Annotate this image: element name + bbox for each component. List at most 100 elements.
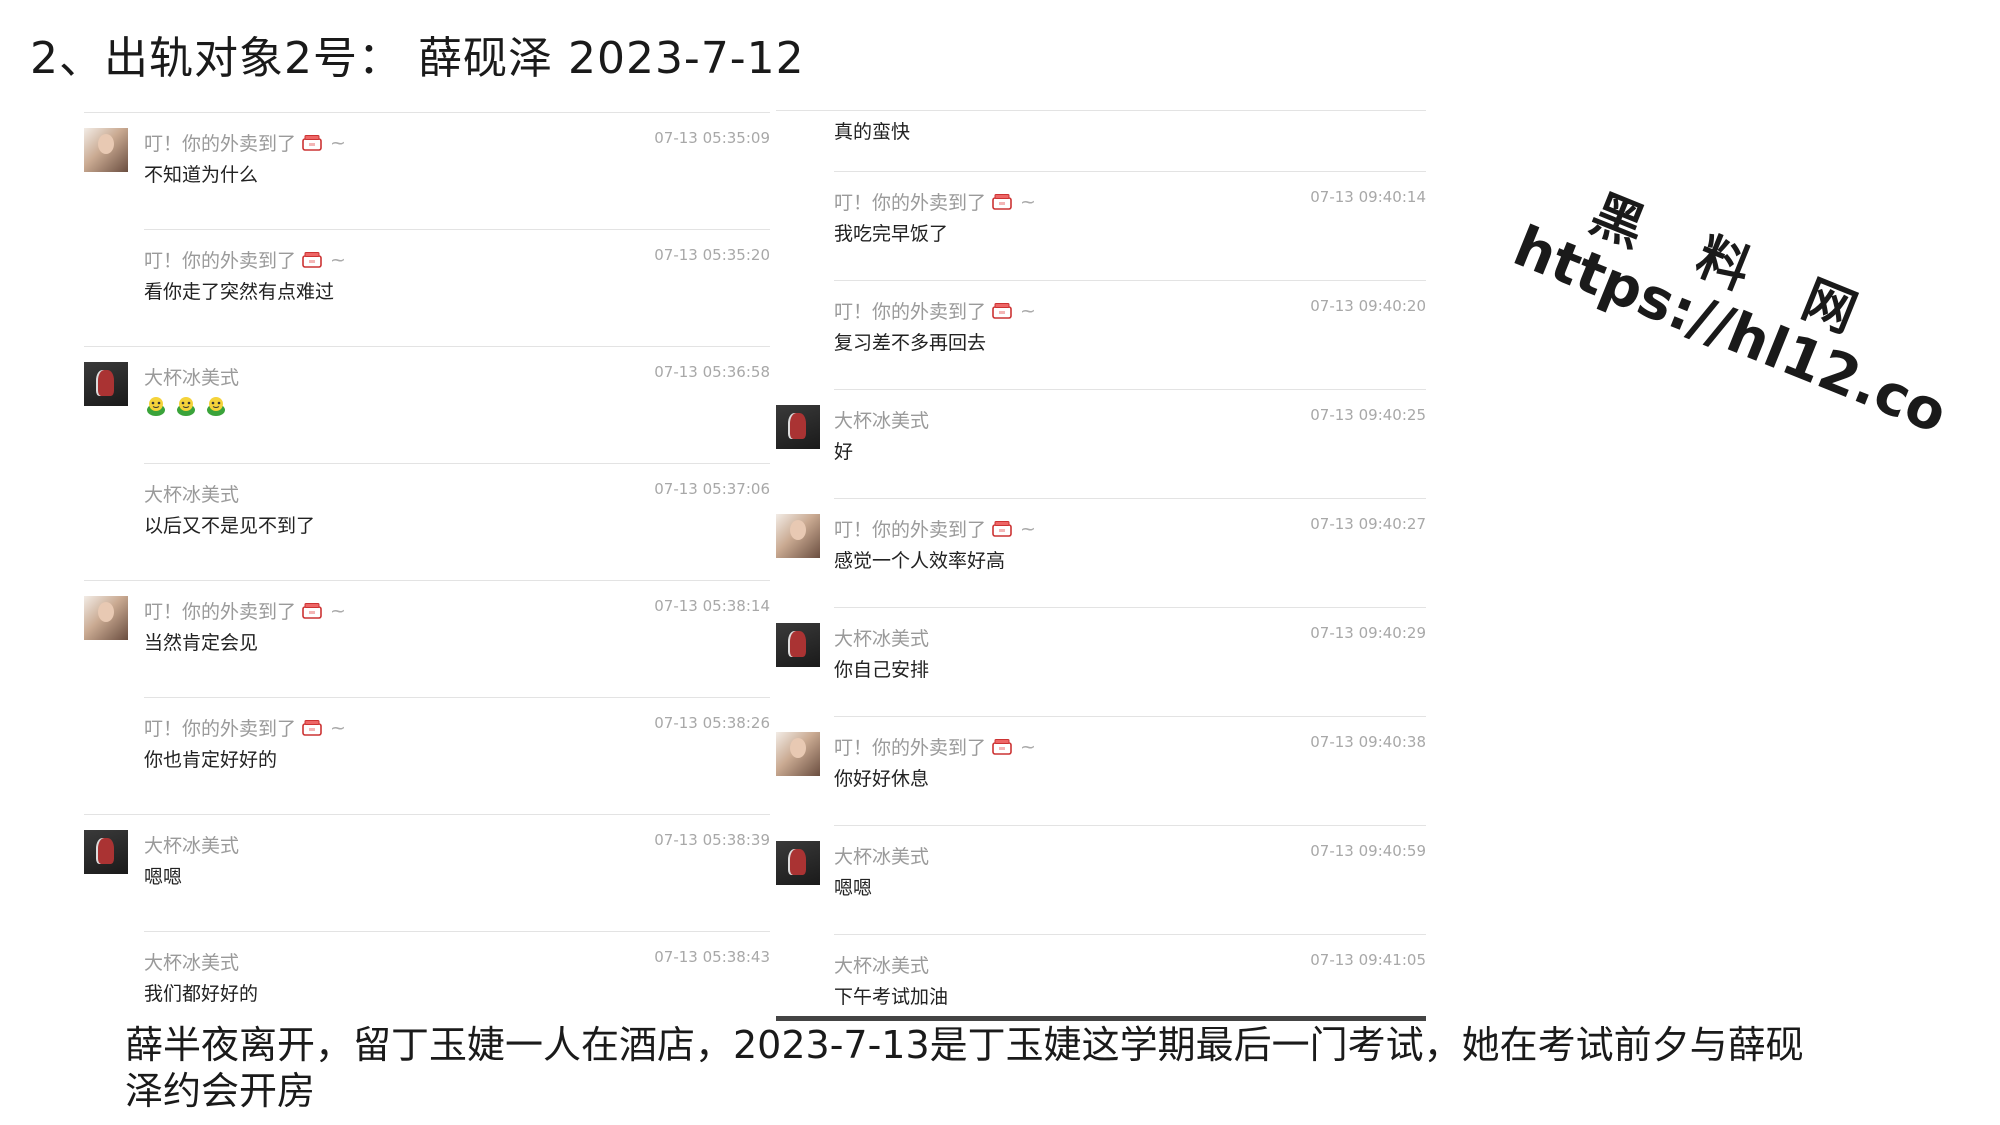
sender-label: 大杯冰美式 bbox=[834, 846, 930, 868]
sender-label: 大杯冰美式 bbox=[144, 952, 240, 974]
chat-message[interactable]: 大杯冰美式 07-13 09:40:29 你自己安排 bbox=[776, 607, 1426, 725]
scrollbar-track[interactable] bbox=[776, 1016, 1426, 1021]
message-timestamp: 07-13 05:37:06 bbox=[654, 480, 770, 498]
sender-name[interactable]: 叮！你的外卖到了 ~ bbox=[144, 129, 346, 156]
message-divider bbox=[834, 389, 1426, 390]
sender-label: 叮！你的外卖到了 bbox=[144, 250, 297, 272]
girl-avatar[interactable] bbox=[84, 596, 128, 640]
chat-message[interactable]: 叮！你的外卖到了 ~07-13 09:40:20 复习差不多再回去 bbox=[776, 280, 1426, 398]
boy-avatar[interactable] bbox=[776, 623, 820, 667]
frog-emoji bbox=[144, 394, 168, 418]
message-text: 以后又不是见不到了 bbox=[144, 515, 316, 537]
message-timestamp: 07-13 09:40:29 bbox=[1310, 624, 1426, 642]
message-divider bbox=[144, 697, 770, 698]
message-text: 你也肯定好好的 bbox=[144, 749, 278, 771]
girl-avatar[interactable] bbox=[776, 732, 820, 776]
message-text: 我们都好好的 bbox=[144, 983, 259, 1005]
message-divider bbox=[84, 814, 770, 815]
sender-name[interactable]: 大杯冰美式 bbox=[144, 480, 239, 507]
sender-tilde: ~ bbox=[330, 131, 346, 154]
girl-avatar[interactable] bbox=[84, 128, 128, 172]
message-divider bbox=[84, 346, 770, 347]
boy-avatar[interactable] bbox=[776, 405, 820, 449]
box-icon bbox=[992, 738, 1012, 755]
sender-name[interactable]: 叮！你的外卖到了 ~ bbox=[834, 297, 1036, 324]
chat-message[interactable]: 大杯冰美式 07-13 05:38:39 嗯嗯 bbox=[84, 814, 770, 932]
chat-message[interactable]: 大杯冰美式 07-13 09:40:25 好 bbox=[776, 389, 1426, 507]
sender-label: 叮！你的外卖到了 bbox=[144, 601, 297, 623]
chat-message[interactable]: 大杯冰美式 07-13 05:36:58 bbox=[84, 346, 770, 464]
sender-name[interactable]: 大杯冰美式 bbox=[144, 948, 239, 975]
message-timestamp: 07-13 05:38:14 bbox=[654, 597, 770, 615]
box-icon bbox=[302, 719, 322, 736]
chat-message[interactable]: 大杯冰美式 07-13 05:37:06 以后又不是见不到了 bbox=[84, 463, 770, 581]
chat-message[interactable]: 叮！你的外卖到了 ~07-13 05:38:26 你也肯定好好的 bbox=[84, 697, 770, 815]
message-timestamp: 07-13 09:40:25 bbox=[1310, 406, 1426, 424]
sender-label: 大杯冰美式 bbox=[144, 484, 240, 506]
message-text: 我吃完早饭了 bbox=[834, 223, 949, 245]
message-divider bbox=[834, 607, 1426, 608]
box-icon bbox=[302, 251, 322, 268]
sender-name[interactable]: 叮！你的外卖到了 ~ bbox=[834, 188, 1036, 215]
frog-emoji bbox=[174, 394, 198, 418]
chat-message[interactable]: 大杯冰美式 07-13 05:38:43 我们都好好的 bbox=[84, 931, 770, 1017]
sender-label: 大杯冰美式 bbox=[834, 955, 930, 977]
sender-name[interactable]: 叮！你的外卖到了 ~ bbox=[834, 733, 1036, 760]
chat-message[interactable]: 叮！你的外卖到了 ~07-13 09:40:38 你好好休息 bbox=[776, 716, 1426, 834]
sender-name[interactable]: 大杯冰美式 bbox=[834, 842, 929, 869]
message-divider bbox=[834, 280, 1426, 281]
sender-label: 叮！你的外卖到了 bbox=[834, 737, 987, 759]
sender-tilde: ~ bbox=[1020, 190, 1036, 213]
sender-name[interactable]: 叮！你的外卖到了 ~ bbox=[834, 515, 1036, 542]
message-timestamp: 07-13 09:40:20 bbox=[1310, 297, 1426, 315]
sender-name[interactable]: 大杯冰美式 bbox=[834, 624, 929, 651]
chat-message[interactable]: 叮！你的外卖到了 ~07-13 05:35:20 看你走了突然有点难过 bbox=[84, 229, 770, 347]
partial-message-text: 真的蛮快 bbox=[834, 121, 911, 143]
sender-name[interactable]: 大杯冰美式 bbox=[144, 363, 239, 390]
sender-name[interactable]: 大杯冰美式 bbox=[144, 831, 239, 858]
chat-message[interactable]: 叮！你的外卖到了 ~ 07-13 05:38:14 当然肯定会见 bbox=[84, 580, 770, 698]
message-timestamp: 07-13 05:38:26 bbox=[654, 714, 770, 732]
message-divider bbox=[144, 931, 770, 932]
chat-message[interactable]: 大杯冰美式 07-13 09:41:05 下午考试加油 bbox=[776, 934, 1426, 1021]
message-text: 不知道为什么 bbox=[144, 164, 259, 186]
sender-tilde: ~ bbox=[1020, 735, 1036, 758]
box-icon bbox=[992, 520, 1012, 537]
message-timestamp: 07-13 05:38:39 bbox=[654, 831, 770, 849]
girl-avatar[interactable] bbox=[776, 514, 820, 558]
message-divider bbox=[834, 716, 1426, 717]
boy-avatar[interactable] bbox=[776, 841, 820, 885]
chat-message[interactable]: 叮！你的外卖到了 ~07-13 05:35:09 不知道为什么 bbox=[84, 112, 770, 230]
chat-panel-right: 真的蛮快 叮！你的外卖到了 ~07-13 09:40:14 我吃完早饭了 叮！你的外卖… bbox=[776, 110, 1426, 1021]
message-timestamp: 07-13 05:35:20 bbox=[654, 246, 770, 264]
sender-tilde: ~ bbox=[1020, 517, 1036, 540]
sender-name[interactable]: 叮！你的外卖到了 ~ bbox=[144, 246, 346, 273]
sender-name[interactable]: 叮！你的外卖到了 ~ bbox=[144, 714, 346, 741]
sender-label: 叮！你的外卖到了 bbox=[144, 133, 297, 155]
sender-tilde: ~ bbox=[330, 716, 346, 739]
chat-message[interactable]: 叮！你的外卖到了 ~ 07-13 09:40:27 感觉一个人效率好高 bbox=[776, 498, 1426, 616]
sender-name[interactable]: 大杯冰美式 bbox=[834, 406, 929, 433]
boy-avatar[interactable] bbox=[84, 830, 128, 874]
message-text: 看你走了突然有点难过 bbox=[144, 281, 335, 303]
sender-label: 叮！你的外卖到了 bbox=[834, 301, 987, 323]
message-timestamp: 07-13 05:36:58 bbox=[654, 363, 770, 381]
boy-avatar[interactable] bbox=[84, 362, 128, 406]
message-timestamp: 07-13 05:35:09 bbox=[654, 129, 770, 147]
sender-label: 叮！你的外卖到了 bbox=[144, 718, 297, 740]
sender-label: 大杯冰美式 bbox=[144, 367, 240, 389]
box-icon bbox=[992, 193, 1012, 210]
message-text: 嗯嗯 bbox=[144, 866, 183, 888]
message-timestamp: 07-13 09:40:27 bbox=[1310, 515, 1426, 533]
sender-name[interactable]: 大杯冰美式 bbox=[834, 951, 929, 978]
sender-tilde: ~ bbox=[330, 248, 346, 271]
message-divider bbox=[84, 112, 770, 113]
chat-message[interactable]: 大杯冰美式 07-13 09:40:59 嗯嗯 bbox=[776, 825, 1426, 943]
message-text: 当然肯定会见 bbox=[144, 632, 259, 654]
chat-message[interactable]: 叮！你的外卖到了 ~07-13 09:40:14 我吃完早饭了 bbox=[776, 171, 1426, 289]
message-divider bbox=[84, 580, 770, 581]
message-divider bbox=[834, 934, 1426, 935]
message-text: 感觉一个人效率好高 bbox=[834, 550, 1006, 572]
watermark: 黑 料 网 https://hl12.co bbox=[1505, 150, 1956, 446]
sender-name[interactable]: 叮！你的外卖到了 ~ bbox=[144, 597, 346, 624]
